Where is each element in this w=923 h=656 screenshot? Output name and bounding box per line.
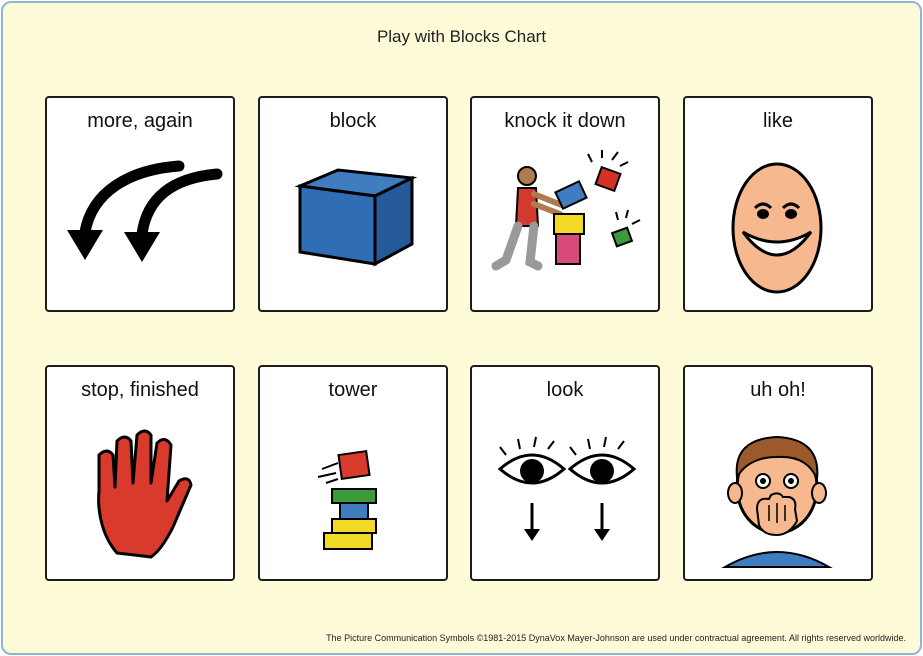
card-knock-it-down[interactable]: knock it down bbox=[470, 96, 660, 312]
copyright-footer: The Picture Communication Symbols ©1981-… bbox=[326, 633, 906, 643]
communication-board: Play with Blocks Chart more, again block… bbox=[1, 1, 922, 655]
card-more-again[interactable]: more, again bbox=[45, 96, 235, 312]
card-label: more, again bbox=[87, 110, 193, 132]
card-label: look bbox=[546, 379, 584, 401]
card-look[interactable]: look bbox=[470, 365, 660, 581]
card-label: tower bbox=[328, 379, 378, 401]
blue-cube-icon bbox=[294, 168, 418, 267]
card-like[interactable]: like bbox=[683, 96, 873, 312]
card-label: knock it down bbox=[504, 110, 626, 132]
eyes-looking-down-icon bbox=[497, 436, 637, 541]
red-hand-icon bbox=[97, 429, 193, 559]
card-label: like bbox=[762, 110, 793, 132]
card-block[interactable]: block bbox=[258, 96, 448, 312]
card-label: block bbox=[329, 110, 377, 132]
person-knocking-blocks-icon bbox=[491, 150, 641, 271]
curved-arrows-icon bbox=[67, 160, 223, 262]
surprised-boy-icon bbox=[721, 435, 833, 568]
block-tower-icon bbox=[317, 450, 377, 550]
smiling-face-icon bbox=[731, 162, 823, 294]
card-label: uh oh! bbox=[750, 379, 806, 401]
card-stop-finished[interactable]: stop, finished bbox=[45, 365, 235, 581]
board-title: Play with Blocks Chart bbox=[376, 27, 547, 46]
card-tower[interactable]: tower bbox=[258, 365, 448, 581]
card-label: stop, finished bbox=[81, 379, 199, 401]
card-uh-oh[interactable]: uh oh! bbox=[683, 365, 873, 581]
